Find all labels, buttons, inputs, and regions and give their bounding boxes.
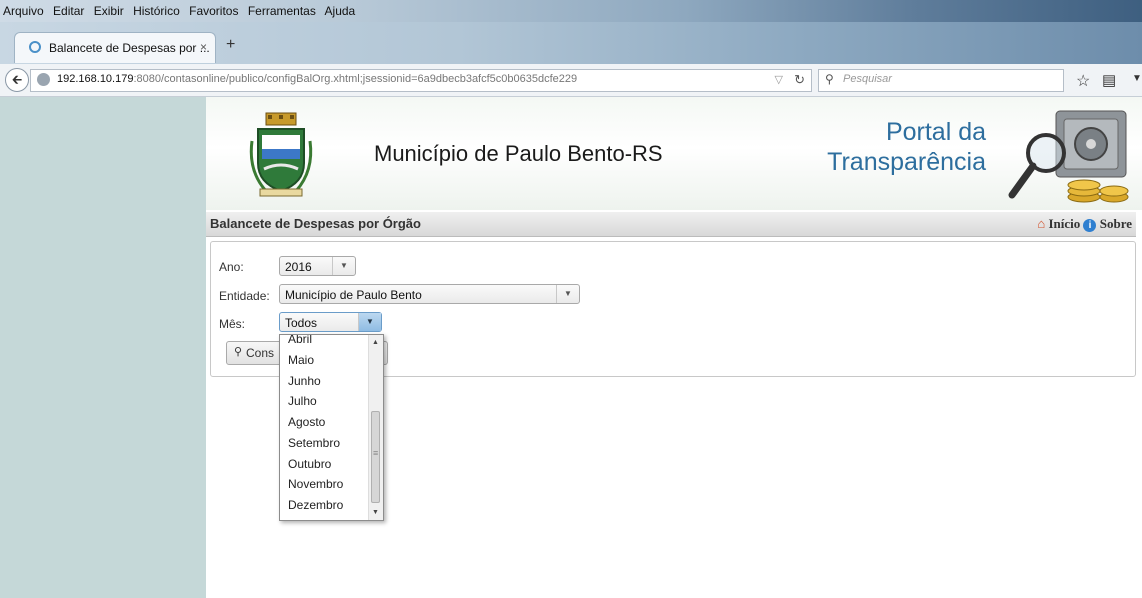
ano-value: 2016 (285, 260, 312, 274)
mes-label: Mês: (219, 317, 246, 331)
option-maio[interactable]: Maio (288, 353, 314, 367)
browser-menubar: Arquivo Editar Exibir Histórico Favorito… (0, 0, 1142, 22)
tab-strip: Balancete de Despesas por ... × + (0, 22, 1142, 64)
municipality-name: Município de Paulo Bento-RS (374, 141, 663, 166)
dropdown-scrollbar[interactable]: ▲ ≡ ▼ (368, 335, 383, 520)
site-banner: Município de Paulo Bento-RS Portal da Tr… (206, 97, 1142, 210)
menu-editar[interactable]: Editar (53, 4, 84, 18)
more-arrow-icon[interactable]: ▼ (1132, 73, 1142, 84)
portal-title: Portal da Transparência (826, 117, 986, 177)
option-abril[interactable]: Abril (288, 335, 312, 346)
menu-historico[interactable]: Histórico (133, 4, 180, 18)
entidade-value: Município de Paulo Bento (285, 288, 422, 302)
menu-exibir[interactable]: Exibir (94, 4, 124, 18)
chevron-down-icon: ▼ (332, 257, 355, 275)
bookmarks-icon[interactable]: ▤ (1102, 71, 1116, 89)
search-box[interactable]: ⚲ Pesquisar (818, 69, 1064, 92)
mes-value: Todos (285, 316, 318, 330)
page-title: Balancete de Despesas por Órgão (210, 216, 421, 231)
chevron-down-icon: ▼ (358, 313, 381, 331)
url-path: :8080/contasonline/publico/configBalOrg.… (133, 73, 578, 85)
option-dezembro[interactable]: Dezembro (288, 498, 343, 512)
tab-title: Balancete de Despesas por ... (49, 41, 210, 55)
option-novembro[interactable]: Novembro (288, 477, 343, 491)
ano-label: Ano: (219, 260, 244, 274)
reload-icon[interactable]: ↻ (794, 72, 805, 88)
page-title-bar: Balancete de Despesas por Órgão ⌂ Início… (206, 212, 1136, 237)
tab-favicon-icon (29, 41, 41, 53)
url-text: 192.168.10.179:8080/contasonline/publico… (57, 73, 577, 85)
navigation-bar: 🡰 192.168.10.179:8080/contasonline/publi… (0, 64, 1142, 97)
search-placeholder: Pesquisar (843, 73, 892, 85)
option-junho[interactable]: Junho (288, 374, 321, 388)
menu-ajuda[interactable]: Ajuda (325, 4, 356, 18)
safe-and-coins-icon (1008, 110, 1129, 203)
municipal-crest-icon (249, 112, 313, 197)
option-agosto[interactable]: Agosto (288, 415, 325, 429)
inicio-link[interactable]: Início (1048, 216, 1080, 231)
menu-ferramentas[interactable]: Ferramentas (248, 4, 316, 18)
new-tab-button[interactable]: + (226, 36, 235, 54)
menu-favoritos[interactable]: Favoritos (189, 4, 238, 18)
mes-select[interactable]: Todos ▼ (279, 312, 382, 332)
search-icon: ⚲ (234, 346, 243, 358)
sobre-link[interactable]: Sobre (1100, 216, 1132, 231)
entidade-label: Entidade: (219, 289, 270, 303)
mes-dropdown-list: Abril Maio Junho Julho Agosto Setembro O… (279, 334, 384, 521)
url-dropdown-icon[interactable]: ▽ (775, 73, 783, 86)
tab-close-icon[interactable]: × (200, 40, 207, 54)
option-outubro[interactable]: Outubro (288, 457, 331, 471)
url-host: 192.168.10.179 (57, 73, 134, 85)
consultar-label: Cons (246, 346, 275, 360)
option-julho[interactable]: Julho (288, 394, 317, 408)
info-icon[interactable]: i (1083, 219, 1097, 232)
menu-items: Arquivo Editar Exibir Histórico Favorito… (3, 4, 361, 18)
search-icon: ⚲ (825, 72, 834, 86)
menu-arquivo[interactable]: Arquivo (3, 4, 44, 18)
scroll-down-icon[interactable]: ▼ (372, 509, 379, 516)
left-background-strip (0, 97, 206, 598)
address-bar[interactable]: 192.168.10.179:8080/contasonline/publico… (30, 69, 812, 92)
entidade-select[interactable]: Município de Paulo Bento ▼ (279, 284, 580, 304)
star-icon[interactable]: ☆ (1076, 71, 1090, 91)
scroll-grip-icon: ≡ (373, 448, 379, 458)
header-links: ⌂ Início i Sobre (1037, 216, 1132, 232)
portal-title-line2: Transparência (827, 148, 986, 176)
ano-select[interactable]: 2016 ▼ (279, 256, 356, 276)
home-icon[interactable]: ⌂ (1037, 216, 1045, 231)
scroll-up-icon[interactable]: ▲ (372, 339, 379, 346)
portal-title-line1: Portal da (885, 118, 986, 146)
scrollbar-thumb[interactable]: ≡ (371, 411, 380, 503)
browser-tab[interactable]: Balancete de Despesas por ... × (14, 32, 216, 63)
chevron-down-icon: ▼ (556, 285, 579, 303)
option-setembro[interactable]: Setembro (288, 436, 340, 450)
back-arrow-icon[interactable]: 🡰 (5, 68, 29, 92)
globe-icon (37, 73, 50, 86)
